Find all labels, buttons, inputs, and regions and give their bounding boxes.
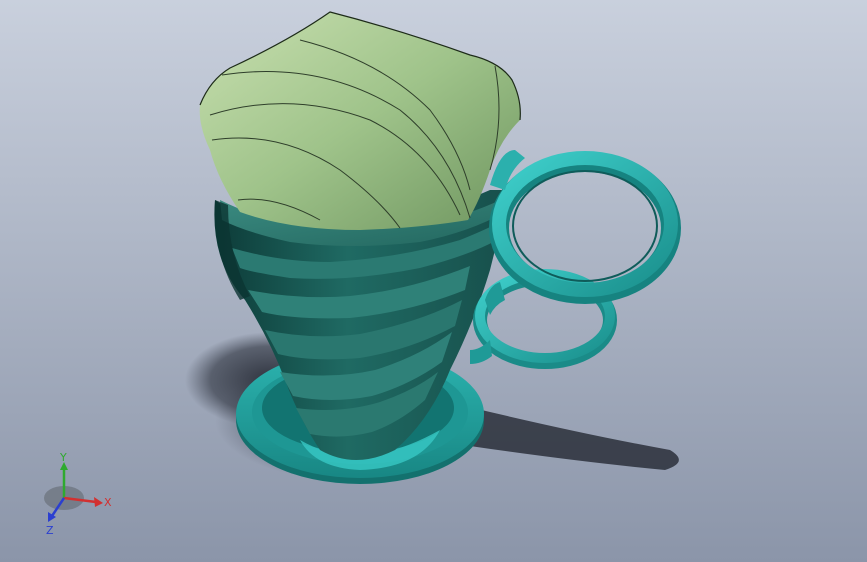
x-axis-label: X [104, 496, 112, 509]
z-axis-label: Z [46, 524, 54, 537]
coordinate-triad: Y X Z [36, 450, 126, 540]
x-axis-arrowhead [94, 497, 103, 507]
3d-viewport[interactable]: Y X Z [0, 0, 867, 562]
model-scene[interactable] [0, 0, 867, 562]
y-axis-label: Y [59, 451, 67, 464]
